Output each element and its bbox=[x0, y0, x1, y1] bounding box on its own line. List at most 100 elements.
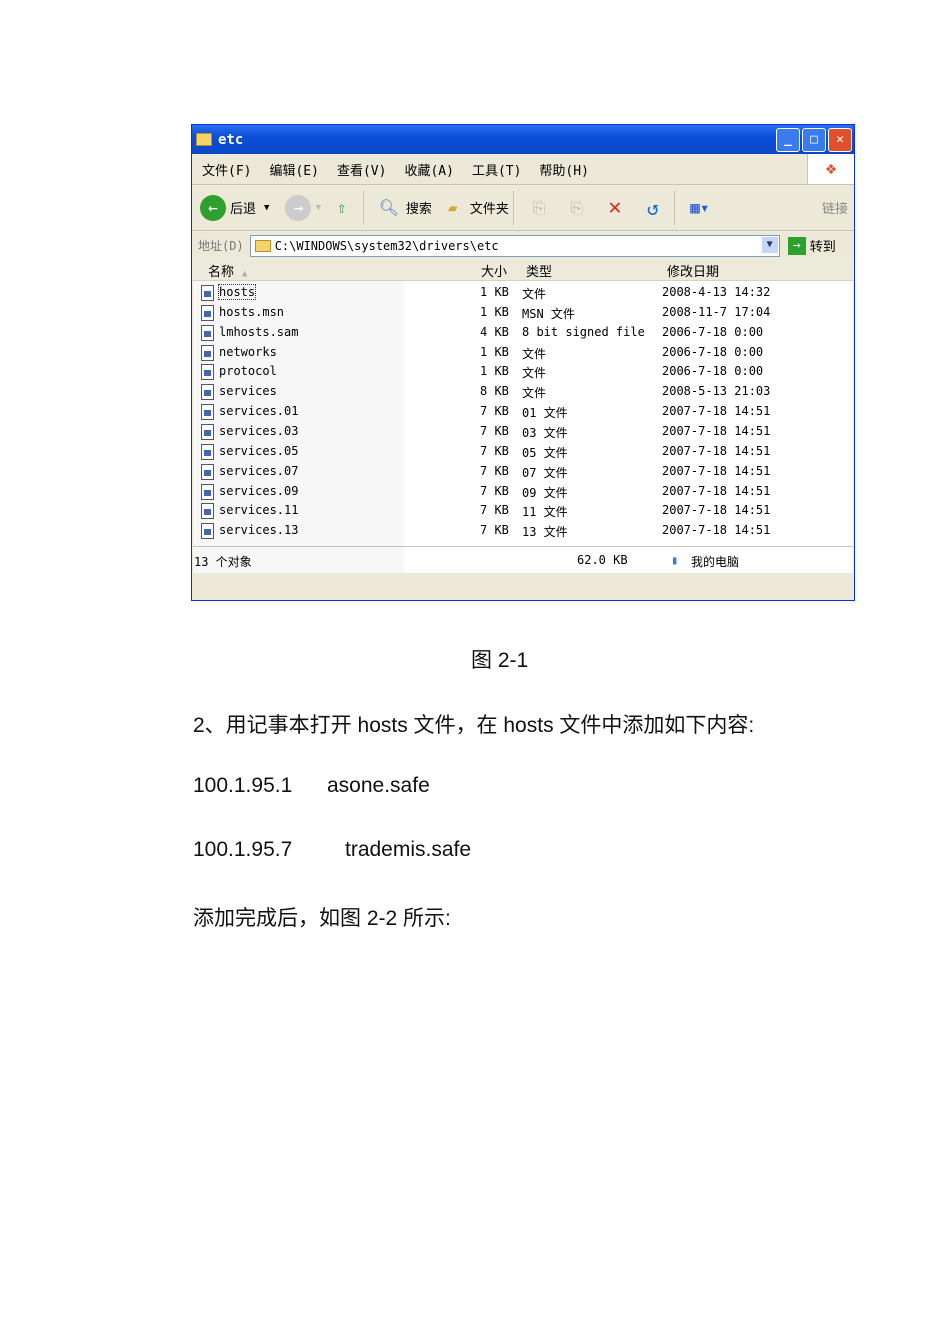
up-folder-icon[interactable]: ⇧ bbox=[329, 195, 355, 221]
file-row[interactable]: services.03 7 KB 03 文件 2007-7-18 14:51 bbox=[193, 421, 853, 441]
explorer-window: etc _ □ ✕ 文件(F) 编辑(E) 查看(V) 收藏(A) 工具(T) … bbox=[191, 124, 855, 601]
file-size: 4 KB bbox=[480, 324, 509, 339]
file-date: 2007-7-18 14:51 bbox=[662, 443, 771, 458]
file-date: 2008-5-13 21:03 bbox=[662, 384, 771, 399]
address-bar: 地址(D) C:\WINDOWS\system32\drivers\etc ▼ … bbox=[192, 231, 854, 260]
file-row[interactable]: services.09 7 KB 09 文件 2007-7-18 14:51 bbox=[193, 481, 853, 501]
status-size: 62.0 KB bbox=[577, 553, 628, 567]
menu-view[interactable]: 查看(V) bbox=[337, 160, 386, 179]
file-row[interactable]: protocol 1 KB 文件 2006-7-18 0:00 bbox=[193, 361, 853, 381]
menu-edit[interactable]: 编辑(E) bbox=[269, 160, 318, 179]
delete-icon[interactable]: ✕ bbox=[602, 195, 628, 221]
file-date: 2006-7-18 0:00 bbox=[662, 324, 764, 339]
search-button[interactable]: 搜索 bbox=[406, 198, 432, 217]
hosts-entry-host: trademis.safe bbox=[345, 838, 472, 861]
computer-icon: ▮ bbox=[671, 553, 679, 567]
maximize-button[interactable]: □ bbox=[802, 127, 826, 152]
file-icon bbox=[201, 404, 214, 421]
file-row[interactable]: hosts 1 KB 文件 2008-4-13 14:32 bbox=[193, 282, 853, 302]
file-name: services.11 bbox=[219, 503, 299, 518]
folders-icon[interactable]: ▰ bbox=[440, 195, 466, 221]
file-row[interactable]: lmhosts.sam 4 KB 8 bit signed file 2006-7-1… bbox=[193, 322, 853, 342]
figure-caption: 图 2-1 bbox=[471, 649, 529, 672]
links-button[interactable]: 链接 bbox=[822, 198, 848, 217]
close-button[interactable]: ✕ bbox=[828, 127, 852, 152]
menu-help[interactable]: 帮助(H) bbox=[539, 160, 588, 179]
file-name: hosts bbox=[217, 284, 257, 300]
go-arrow-icon: → bbox=[787, 236, 806, 255]
column-header-size[interactable]: 大小 bbox=[481, 261, 507, 280]
file-date: 2006-7-18 0:00 bbox=[662, 364, 764, 379]
file-icon bbox=[201, 523, 214, 540]
file-icon bbox=[201, 503, 214, 520]
file-list: 名称 ▲ 大小 类型 修改日期 hosts 1 KB 文件 2008-4-13 14:… bbox=[193, 258, 853, 573]
file-date: 2007-7-18 14:51 bbox=[662, 503, 771, 518]
paragraph: 添加完成后，如图 2-2 所示: bbox=[193, 907, 451, 930]
file-type: MSN 文件 bbox=[522, 306, 575, 321]
go-label: 转到 bbox=[809, 240, 836, 255]
file-row[interactable]: services.01 7 KB 01 文件 2007-7-18 14:51 bbox=[193, 401, 853, 421]
move-to-icon[interactable]: ⎘ bbox=[526, 195, 552, 221]
file-size: 1 KB bbox=[480, 364, 509, 379]
chevron-down-icon[interactable]: ▼ bbox=[761, 236, 778, 253]
file-icon bbox=[201, 344, 214, 361]
file-row[interactable]: services.07 7 KB 07 文件 2007-7-18 14:51 bbox=[193, 461, 853, 481]
forward-dropdown-icon: ▼ bbox=[315, 202, 321, 213]
address-input[interactable]: C:\WINDOWS\system32\drivers\etc ▼ bbox=[249, 234, 780, 257]
file-row[interactable]: networks 1 KB 文件 2006-7-18 0:00 bbox=[193, 342, 853, 362]
column-label: 名称 bbox=[208, 265, 235, 280]
back-arrow-icon[interactable]: ← bbox=[200, 194, 226, 221]
file-size: 8 KB bbox=[480, 384, 509, 399]
views-icon[interactable]: ▦▾ bbox=[687, 195, 713, 221]
column-header-name[interactable]: 名称 ▲ bbox=[208, 261, 247, 280]
undo-icon[interactable]: ↺ bbox=[640, 195, 666, 221]
file-row[interactable]: services.05 7 KB 05 文件 2007-7-18 14:51 bbox=[193, 441, 853, 461]
file-row[interactable]: services.13 7 KB 13 文件 2007-7-18 14:51 bbox=[193, 520, 853, 540]
file-type: 01 文件 bbox=[522, 406, 568, 421]
menu-favorites[interactable]: 收藏(A) bbox=[404, 160, 453, 179]
file-row[interactable]: hosts.msn 1 KB MSN 文件 2008-11-7 17:04 bbox=[193, 302, 853, 322]
file-name: services.07 bbox=[219, 463, 299, 478]
file-type: 文件 bbox=[522, 287, 547, 301]
file-size: 7 KB bbox=[480, 423, 509, 438]
status-count: 13 个对象 bbox=[194, 555, 252, 569]
back-button[interactable]: 后退 bbox=[230, 198, 256, 217]
file-type: 8 bit signed file bbox=[522, 324, 645, 339]
file-row[interactable]: services.11 7 KB 11 文件 2007-7-18 14:51 bbox=[193, 500, 853, 520]
divider bbox=[362, 190, 364, 225]
file-type: 07 文件 bbox=[522, 465, 568, 480]
file-date: 2007-7-18 14:51 bbox=[662, 483, 771, 498]
status-location: 我的电脑 bbox=[691, 555, 740, 569]
file-icon bbox=[201, 324, 214, 341]
hosts-entry-ip: 100.1.95.7 bbox=[193, 838, 293, 861]
menu-bar: 文件(F) 编辑(E) 查看(V) 收藏(A) 工具(T) 帮助(H) ❖ bbox=[192, 154, 854, 185]
document-page: etc _ □ ✕ 文件(F) 编辑(E) 查看(V) 收藏(A) 工具(T) … bbox=[0, 0, 950, 1344]
search-icon[interactable]: 🔍︎ bbox=[376, 195, 402, 221]
minimize-button[interactable]: _ bbox=[776, 127, 800, 152]
title-bar[interactable]: etc _ □ ✕ bbox=[192, 125, 854, 154]
file-name: networks bbox=[219, 344, 277, 359]
copy-to-icon[interactable]: ⎘ bbox=[564, 195, 590, 221]
menu-tools[interactable]: 工具(T) bbox=[472, 160, 521, 179]
file-date: 2007-7-18 14:51 bbox=[662, 463, 771, 478]
column-header-type[interactable]: 类型 bbox=[526, 261, 552, 280]
file-type: 05 文件 bbox=[522, 445, 568, 460]
file-type: 13 文件 bbox=[522, 525, 568, 540]
go-button[interactable]: → 转到 bbox=[787, 236, 836, 255]
file-name: protocol bbox=[219, 364, 277, 379]
forward-arrow-icon[interactable]: → bbox=[285, 194, 312, 221]
file-type: 03 文件 bbox=[522, 425, 568, 440]
back-dropdown-icon[interactable]: ▼ bbox=[264, 203, 269, 213]
file-date: 2006-7-18 0:00 bbox=[662, 344, 764, 359]
file-name: services.13 bbox=[219, 523, 299, 538]
column-header-date[interactable]: 修改日期 bbox=[667, 261, 719, 280]
divider bbox=[673, 190, 675, 225]
menu-file[interactable]: 文件(F) bbox=[202, 160, 251, 179]
file-name: hosts.msn bbox=[219, 304, 285, 319]
folders-button[interactable]: 文件夹 bbox=[470, 198, 509, 217]
file-size: 7 KB bbox=[480, 483, 509, 498]
file-size: 7 KB bbox=[480, 463, 509, 478]
file-row[interactable]: services 8 KB 文件 2008-5-13 21:03 bbox=[193, 381, 853, 401]
file-size: 1 KB bbox=[480, 285, 509, 299]
status-bar: 13 个对象 62.0 KB ▮ 我的电脑 bbox=[193, 546, 853, 573]
